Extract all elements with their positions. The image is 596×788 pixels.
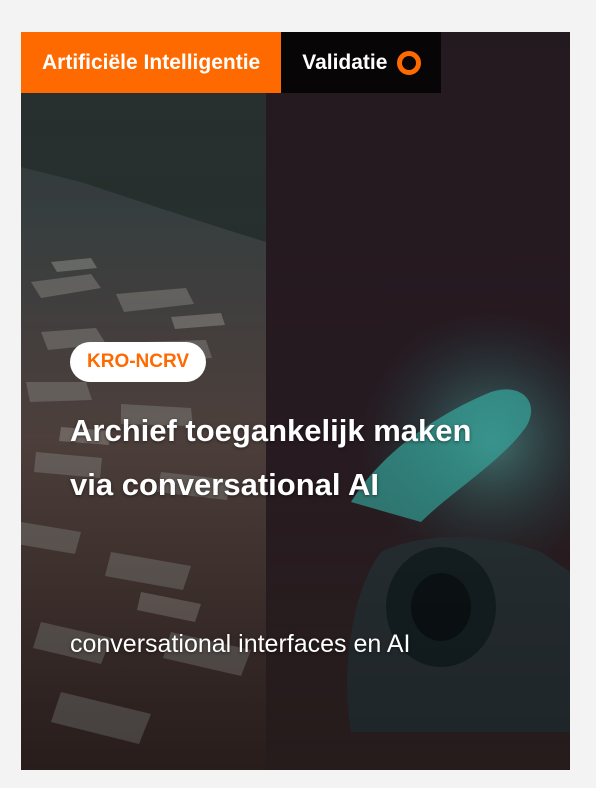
card-subtitle: conversational interfaces en AI bbox=[70, 630, 411, 658]
organization-badge: KRO-NCRV bbox=[70, 342, 207, 382]
card-tags: Artificiële Intelligentie Validatie bbox=[21, 32, 442, 93]
page-background: Artificiële Intelligentie Validatie KRO-… bbox=[0, 0, 596, 788]
project-card[interactable]: Artificiële Intelligentie Validatie KRO-… bbox=[21, 32, 570, 770]
category-tag[interactable]: Artificiële Intelligentie bbox=[21, 32, 282, 93]
card-title: Archief toegankelijk maken via conversat… bbox=[70, 413, 472, 502]
ring-icon bbox=[397, 50, 422, 75]
status-tag-label: Validatie bbox=[302, 51, 388, 74]
status-tag[interactable]: Validatie bbox=[281, 32, 442, 93]
